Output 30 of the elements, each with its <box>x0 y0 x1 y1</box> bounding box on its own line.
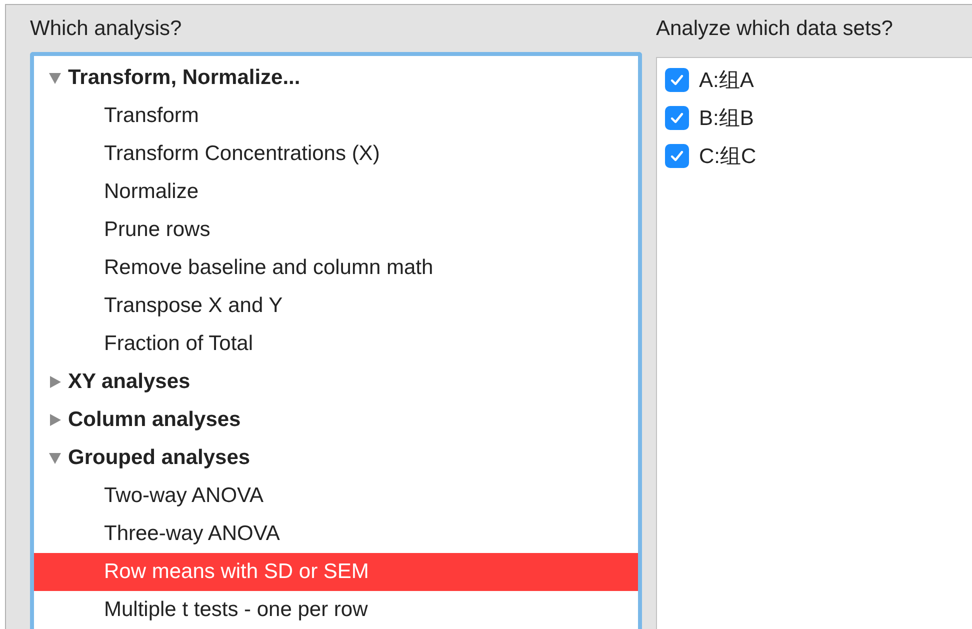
tree-item[interactable]: Transpose X and Y <box>34 287 638 325</box>
tree-group[interactable]: Grouped analyses <box>34 439 638 477</box>
tree-item[interactable]: Prune rows <box>34 211 638 249</box>
tree-item[interactable]: Row means with SD or SEM <box>34 553 638 591</box>
tree-group[interactable]: XY analyses <box>34 363 638 401</box>
checkbox[interactable] <box>665 144 689 168</box>
tree-item[interactable]: Normalize <box>34 173 638 211</box>
tree-item[interactable]: Three-way ANOVA <box>34 515 638 553</box>
checkmark-icon <box>669 72 685 88</box>
tree-item[interactable]: Transform <box>34 97 638 135</box>
disclosure-triangle-icon[interactable] <box>48 451 62 465</box>
tree-group[interactable]: Transform, Normalize... <box>34 59 638 97</box>
tree-group[interactable]: Column analyses <box>34 401 638 439</box>
section-label: Analyze which data sets? <box>656 16 893 42</box>
checkmark-icon <box>669 148 685 164</box>
disclosure-triangle-icon[interactable] <box>48 413 62 427</box>
disclosure-triangle-icon[interactable] <box>48 71 62 85</box>
checkbox[interactable] <box>665 106 689 130</box>
checkbox[interactable] <box>665 68 689 92</box>
checkmark-icon <box>669 110 685 126</box>
tree-item[interactable]: Multiple t tests - one per row <box>34 591 638 629</box>
dataset-label: B:组B <box>699 106 754 132</box>
tree-item[interactable]: Fraction of Total <box>34 325 638 363</box>
dataset-label: A:组A <box>699 68 754 94</box>
section-label: Which analysis? <box>30 16 182 42</box>
disclosure-triangle-icon[interactable] <box>48 375 62 389</box>
dataset-label: C:组C <box>699 144 756 170</box>
tree-item[interactable]: Remove baseline and column math <box>34 249 638 287</box>
tree-item[interactable]: Two-way ANOVA <box>34 477 638 515</box>
tree-item[interactable]: Transform Concentrations (X) <box>34 135 638 173</box>
